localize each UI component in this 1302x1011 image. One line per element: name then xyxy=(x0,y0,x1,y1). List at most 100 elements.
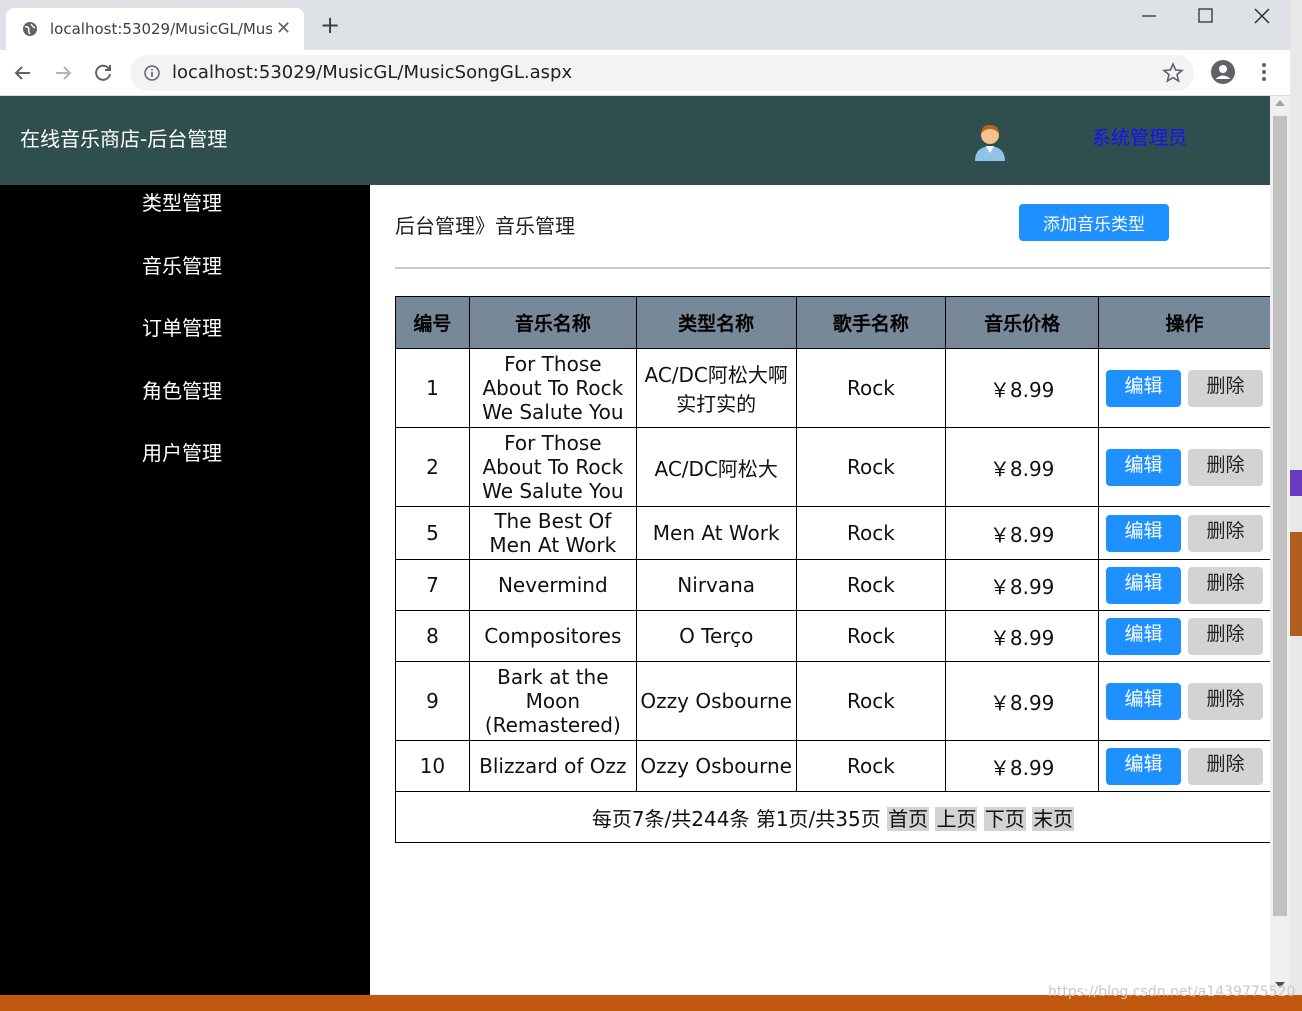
delete-button[interactable]: 删除 xyxy=(1188,514,1263,552)
cell-singer-name: Rock xyxy=(795,427,947,507)
cell-actions: 编辑 删除 xyxy=(1098,348,1270,428)
cell-price: ￥8.99 xyxy=(945,506,1099,560)
delete-button[interactable]: 删除 xyxy=(1188,617,1263,655)
cell-price: ￥8.99 xyxy=(945,610,1099,662)
music-table: 编号 音乐名称 类型名称 歌手名称 音乐价格 操作 1 For Those Ab… xyxy=(395,296,1270,843)
address-bar[interactable]: localhost:53029/MusicGL/MusicSongGL.aspx xyxy=(130,55,1194,91)
edit-button[interactable]: 编辑 xyxy=(1106,514,1181,552)
header-type-name: 类型名称 xyxy=(635,296,797,349)
table-row: 8 Compositores O Terço Rock ￥8.99 编辑 删除 xyxy=(395,610,1270,662)
edit-button[interactable]: 编辑 xyxy=(1106,448,1181,486)
edit-button[interactable]: 编辑 xyxy=(1106,369,1181,407)
delete-button[interactable]: 删除 xyxy=(1188,448,1263,486)
browser-tab[interactable]: localhost:53029/MusicGL/Mus ✕ xyxy=(6,8,304,50)
cell-music-name: Nevermind xyxy=(468,559,637,611)
pager-first-link[interactable]: 首页 xyxy=(887,806,930,831)
cell-type-name: O Terço xyxy=(635,610,797,662)
delete-button[interactable]: 删除 xyxy=(1188,682,1263,720)
cell-singer-name: Rock xyxy=(795,506,947,560)
maximize-icon[interactable] xyxy=(1180,4,1230,28)
cell-music-name: Blizzard of Ozz xyxy=(468,740,637,792)
cell-price: ￥8.99 xyxy=(945,740,1099,792)
profile-icon[interactable] xyxy=(1210,59,1236,85)
cell-music-name: For Those About To Rock We Salute You xyxy=(468,348,637,428)
browser-toolbar: localhost:53029/MusicGL/MusicSongGL.aspx xyxy=(0,50,1290,96)
pager-next-link[interactable]: 下页 xyxy=(983,806,1026,831)
tab-title: localhost:53029/MusicGL/Mus xyxy=(50,20,272,38)
pager: 每页7条/共244条 第1页/共35页 首页 上页 下页 末页 xyxy=(395,791,1270,843)
cell-music-name: Compositores xyxy=(468,610,637,662)
vertical-scrollbar[interactable] xyxy=(1270,96,1290,995)
pager-row: 每页7条/共244条 第1页/共35页 首页 上页 下页 末页 xyxy=(395,791,1270,843)
info-icon[interactable] xyxy=(144,65,160,81)
divider xyxy=(395,267,1270,269)
header-music-name: 音乐名称 xyxy=(468,296,637,349)
back-icon[interactable] xyxy=(10,60,36,86)
sidebar-item-music-management[interactable]: 音乐管理 xyxy=(142,250,222,279)
new-tab-icon[interactable]: + xyxy=(320,13,340,37)
sidebar-item-type-management[interactable]: 类型管理 xyxy=(142,187,222,216)
cell-id: 9 xyxy=(395,661,470,741)
cell-id: 7 xyxy=(395,559,470,611)
bookmark-star-icon[interactable] xyxy=(1162,62,1184,84)
desktop-background-strip xyxy=(1290,0,1302,1011)
pager-prev-link[interactable]: 上页 xyxy=(935,806,978,831)
edit-button[interactable]: 编辑 xyxy=(1106,566,1181,604)
cell-type-name: Nirvana xyxy=(635,559,797,611)
table-row: 7 Nevermind Nirvana Rock ￥8.99 编辑 删除 xyxy=(395,559,1270,611)
edit-button[interactable]: 编辑 xyxy=(1106,617,1181,655)
delete-button[interactable]: 删除 xyxy=(1188,369,1263,407)
cell-singer-name: Rock xyxy=(795,661,947,741)
pager-last-link[interactable]: 末页 xyxy=(1032,806,1075,831)
cell-actions: 编辑 删除 xyxy=(1098,559,1270,611)
cell-actions: 编辑 删除 xyxy=(1098,427,1270,507)
cell-singer-name: Rock xyxy=(795,740,947,792)
pager-summary: 每页7条/共244条 第1页/共35页 xyxy=(591,806,881,831)
url-text[interactable]: localhost:53029/MusicGL/MusicSongGL.aspx xyxy=(172,62,572,83)
add-music-type-button[interactable]: 添加音乐类型 xyxy=(1019,204,1169,241)
cell-price: ￥8.99 xyxy=(945,559,1099,611)
desktop-color-block xyxy=(1290,470,1302,496)
site-title: 在线音乐商店-后台管理 xyxy=(20,127,228,151)
window-close-icon[interactable] xyxy=(1236,4,1286,28)
reload-icon[interactable] xyxy=(90,60,116,86)
header-singer-name: 歌手名称 xyxy=(795,296,947,349)
cell-singer-name: Rock xyxy=(795,559,947,611)
delete-button[interactable]: 删除 xyxy=(1188,747,1263,785)
cell-type-name: AC/DC阿松大 xyxy=(635,427,797,507)
sidebar-item-user-management[interactable]: 用户管理 xyxy=(142,437,222,466)
desktop-color-block xyxy=(1290,532,1302,636)
delete-button[interactable]: 删除 xyxy=(1188,566,1263,604)
cell-type-name: AC/DC阿松大啊实打实的 xyxy=(635,348,797,428)
admin-avatar-icon xyxy=(975,124,1005,161)
cell-id: 8 xyxy=(395,610,470,662)
scrollbar-thumb[interactable] xyxy=(1273,116,1287,916)
kebab-menu-icon[interactable] xyxy=(1252,59,1276,85)
cell-price: ￥8.99 xyxy=(945,661,1099,741)
main-content: 后台管理》音乐管理 添加音乐类型 编号 音乐名称 类型名称 歌手名称 音乐价格 … xyxy=(370,185,1270,995)
cell-music-name: The Best Of Men At Work xyxy=(468,506,637,560)
cell-id: 1 xyxy=(395,348,470,428)
sidebar-item-role-management[interactable]: 角色管理 xyxy=(142,375,222,404)
table-row: 2 For Those About To Rock We Salute You … xyxy=(395,427,1270,507)
page-viewport: 在线音乐商店-后台管理 系统管理员 类型管理 音乐管理 订单管理 角色管理 用户… xyxy=(0,96,1270,995)
tab-close-icon[interactable]: ✕ xyxy=(276,18,291,39)
sidebar-item-order-management[interactable]: 订单管理 xyxy=(142,312,222,341)
table-header-row: 编号 音乐名称 类型名称 歌手名称 音乐价格 操作 xyxy=(395,296,1270,349)
admin-link[interactable]: 系统管理员 xyxy=(1092,123,1187,150)
breadcrumb: 后台管理》音乐管理 xyxy=(395,214,575,238)
header-price: 音乐价格 xyxy=(945,296,1099,349)
cell-price: ￥8.99 xyxy=(945,348,1099,428)
minimize-icon[interactable] xyxy=(1124,4,1174,28)
scroll-up-arrow-icon[interactable] xyxy=(1275,100,1285,106)
cell-music-name: For Those About To Rock We Salute You xyxy=(468,427,637,507)
edit-button[interactable]: 编辑 xyxy=(1106,682,1181,720)
cell-actions: 编辑 删除 xyxy=(1098,661,1270,741)
header-id: 编号 xyxy=(395,296,470,349)
table-row: 10 Blizzard of Ozz Ozzy Osbourne Rock ￥8… xyxy=(395,740,1270,792)
table-row: 9 Bark at the Moon (Remastered) Ozzy Osb… xyxy=(395,661,1270,741)
forward-icon[interactable] xyxy=(50,60,76,86)
cell-id: 10 xyxy=(395,740,470,792)
edit-button[interactable]: 编辑 xyxy=(1106,747,1181,785)
cell-actions: 编辑 删除 xyxy=(1098,506,1270,560)
